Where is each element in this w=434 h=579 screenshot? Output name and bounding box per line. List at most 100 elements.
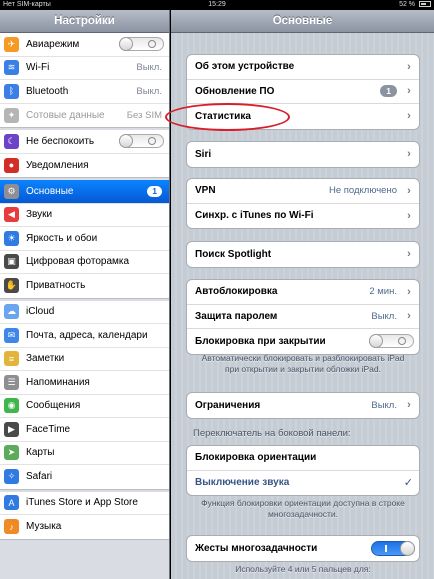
chevron-right-icon: › [407,110,411,123]
settings-group: Ограничения Выкл. › [186,392,420,419]
sidebar-group: ⚙ Основные 1 ◀ Звуки ☀ Яркость и обои ▣ Цифровая… [0,180,169,299]
sidebar-item[interactable]: ● Уведомления [0,154,169,178]
sidebar-item[interactable]: ᛒ Bluetooth Выкл. [0,80,169,104]
maps-icon: ➤ [4,445,19,461]
compass-icon: ✧ [4,469,19,485]
settings-row[interactable]: VPN Не подключено › [187,179,419,204]
status-bar: Нет SIM-карты 15:29 52 % [0,0,434,10]
wifi-icon: ≋ [4,60,19,76]
toggle-switch[interactable] [119,134,164,149]
chevron-right-icon: › [407,85,411,98]
sidebar-item-label: Wi-Fi [26,62,50,74]
sidebar-item-label: Сообщения [26,400,81,412]
settings-row[interactable]: Обновление ПО 1 › [187,80,419,104]
sidebar-item-label: iTunes Store и App Store [26,497,138,509]
settings-row[interactable]: Siri › [187,142,419,167]
chevron-right-icon: › [407,60,411,73]
sidebar-item-label: Карты [26,447,55,459]
chevron-right-icon: › [407,148,411,161]
settings-row-label: Блокировка при закрытии [195,335,326,347]
moon-icon: ☾ [4,133,19,149]
app-store-icon: A [4,495,19,511]
settings-row[interactable]: Блокировка при закрытии [187,329,419,354]
sidebar-item[interactable]: ✈ Авиарежим [0,33,169,57]
photo-frame-icon: ▣ [4,254,19,270]
chevron-right-icon: › [407,209,411,222]
sidebar-item[interactable]: ◀ Звуки [0,204,169,227]
settings-row[interactable]: Поиск Spotlight › [187,242,419,267]
off-mark-icon [148,137,156,146]
sidebar-item[interactable]: ✧ Safari [0,465,169,489]
facetime-icon: ▶ [4,421,19,437]
sidebar-item[interactable]: ▣ Цифровая фоторамка [0,251,169,274]
sidebar-item-label: Приватность [26,280,86,292]
sidebar-item[interactable]: ☰ Напоминания [0,371,169,395]
sidebar-item[interactable]: ☁ iCloud [0,301,169,324]
sidebar-item-label: Музыка [26,521,62,533]
sidebar-item[interactable]: ♪ Музыка [0,515,169,539]
settings-sidebar: Настройки ✈ Авиарежим ≋ Wi-Fi Выкл. ᛒ Bluetoot… [0,10,170,579]
sidebar-item[interactable]: ≡ Заметки [0,348,169,371]
sidebar-item-label: Уведомления [26,159,89,171]
sidebar-item-label: Авиарежим [26,38,80,50]
settings-row-label: Защита паролем [195,310,278,322]
section-header: Переключатель на боковой панели: [193,428,351,439]
settings-row[interactable]: Жесты многозадачности [187,536,419,561]
sidebar-item[interactable]: ▶ FaceTime [0,418,169,442]
sidebar-item[interactable]: ✦ Сотовые данные Без SIM [0,104,169,128]
sidebar-item-label: Основные [26,185,74,197]
sidebar-item-label: Заметки [26,353,65,365]
sidebar-item-label: Звуки [26,209,53,221]
messages-icon: ◉ [4,398,19,414]
sidebar-item[interactable]: ⚙ Основные 1 [0,180,169,204]
sidebar-item[interactable]: ≋ Wi-Fi Выкл. [0,57,169,80]
sidebar-item[interactable]: AiTunes Store и App Store [0,492,169,515]
settings-row[interactable]: Ограничения Выкл. › [187,393,419,418]
sidebar-group: ☾ Не беспокоить ● Уведомления [0,130,169,178]
speaker-icon: ◀ [4,207,19,223]
bluetooth-icon: ᛒ [4,83,19,99]
off-mark-icon [148,40,156,49]
toggle-switch[interactable] [369,334,414,349]
settings-row-label: Автоблокировка [195,286,278,298]
settings-row-label: Синхр. с iTunes по Wi-Fi [195,210,314,222]
settings-row[interactable]: Автоблокировка 2 мин. › [187,280,419,305]
detail-title: Основные [171,10,434,33]
settings-group: VPN Не подключено › Синхр. с iTunes по Wi-F… [186,178,420,229]
sidebar-item-label: FaceTime [26,423,71,435]
toggle-knob [119,134,133,149]
sidebar-item[interactable]: ➤ Карты [0,442,169,465]
sidebar-item-label: Сотовые данные [26,109,105,121]
settings-row[interactable]: Статистика › [187,104,419,129]
settings-row-label: Поиск Spotlight [195,248,272,260]
sidebar-item-value: Выкл. [136,85,162,97]
settings-row[interactable]: Блокировка ориентации [187,446,419,471]
chevron-right-icon: › [407,310,411,323]
on-mark-icon [385,544,387,552]
battery-percent: 52 % [399,1,416,8]
settings-row[interactable]: Об этом устройстве › [187,55,419,80]
sidebar-item[interactable]: ✉ Почта, адреса, календари [0,324,169,348]
toggle-knob [369,334,383,349]
sidebar-item[interactable]: ☀ Яркость и обои [0,227,169,251]
settings-group: Об этом устройстве › Обновление ПО 1 › Статис… [186,54,420,130]
settings-row[interactable]: Синхр. с iTunes по Wi-Fi › [187,204,419,229]
toggle-switch[interactable] [119,37,164,52]
settings-row[interactable]: Защита паролем Выкл. › [187,305,419,329]
sidebar-item[interactable]: ◉ Сообщения [0,395,169,418]
settings-group: Siri › [186,141,420,168]
toggle-switch[interactable] [371,540,415,556]
sidebar-item[interactable]: ✋ Приватность [0,274,169,298]
hand-icon: ✋ [4,278,19,294]
airplane-icon: ✈ [4,36,19,52]
notifications-icon: ● [4,157,19,173]
sidebar-item[interactable]: ☾ Не беспокоить [0,130,169,154]
sidebar-item-label: Не беспокоить [26,135,95,147]
settings-row[interactable]: Выключение звука ✓ [187,471,419,496]
group-footnote: Автоматически блокировать и разблокирова… [201,353,405,374]
sidebar-item-label: Цифровая фоторамка [26,256,130,268]
update-badge: 1 [147,185,162,197]
detail-pane: Основные Об этом устройстве › Обновление П… [171,10,434,579]
cellular-icon: ✦ [4,107,19,123]
settings-row-label: Жесты многозадачности [195,542,318,554]
